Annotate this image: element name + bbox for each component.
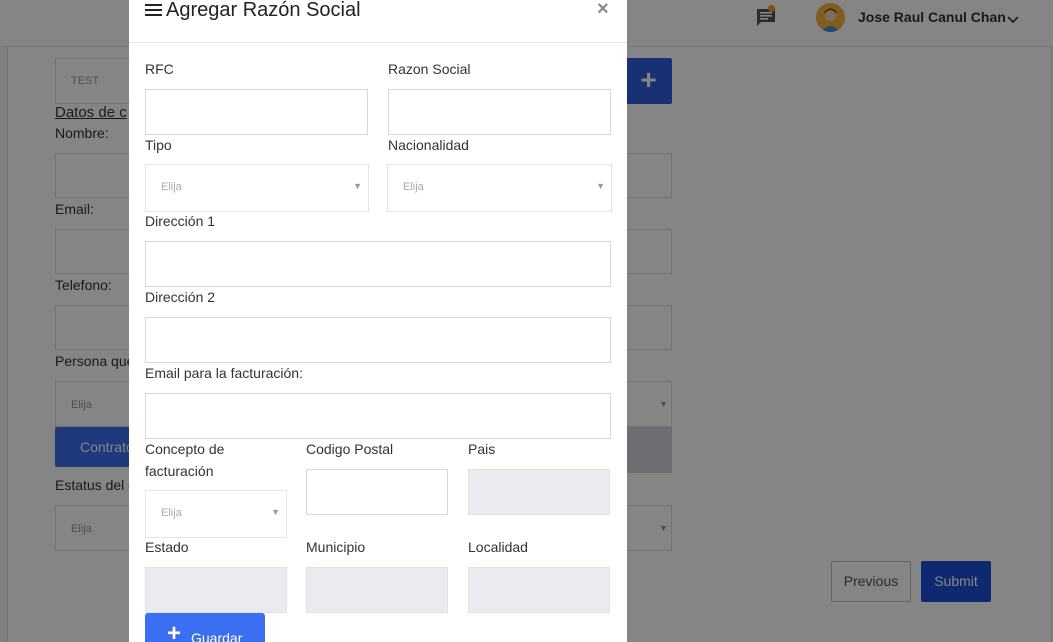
concepto-select-value: Elija xyxy=(161,507,182,519)
agregar-razon-social-modal: Agregar Razón Social × RFC Razon Social … xyxy=(129,0,627,642)
estado-input xyxy=(145,567,287,613)
dropdown-arrow-icon: ▼ xyxy=(271,507,280,517)
guardar-button-label: Guardar xyxy=(191,630,243,642)
razon-social-label: Razon Social xyxy=(388,61,471,77)
email-facturacion-input[interactable] xyxy=(145,393,611,439)
rfc-label: RFC xyxy=(145,61,174,77)
tipo-select[interactable]: Elija ▼ xyxy=(145,164,369,212)
concepto-label-line2: facturación xyxy=(145,463,214,479)
close-icon[interactable]: × xyxy=(597,0,609,21)
direccion2-label: Dirección 2 xyxy=(145,289,216,305)
nacionalidad-select-value: Elija xyxy=(403,181,424,193)
guardar-button[interactable]: + Guardar xyxy=(145,613,265,642)
dropdown-arrow-icon: ▼ xyxy=(596,181,605,191)
tipo-select-value: Elija xyxy=(161,181,182,193)
nacionalidad-label: Nacionalidad xyxy=(388,137,469,153)
localidad-label: Localidad xyxy=(468,539,528,555)
direccion2-input[interactable] xyxy=(145,317,611,363)
hamburger-icon xyxy=(145,4,162,19)
municipio-input xyxy=(306,567,448,613)
tipo-label: Tipo xyxy=(145,137,172,153)
codigo-postal-input[interactable] xyxy=(306,469,448,515)
modal-header: Agregar Razón Social × xyxy=(129,0,627,43)
nacionalidad-select[interactable]: Elija ▼ xyxy=(387,164,612,212)
concepto-label-line1: Concepto de xyxy=(145,441,225,457)
pais-input xyxy=(468,469,610,515)
estado-label: Estado xyxy=(145,539,189,555)
email-facturacion-label: Email para la facturación: xyxy=(145,365,303,381)
localidad-input xyxy=(468,567,610,613)
razon-social-input[interactable] xyxy=(388,89,611,135)
concepto-select[interactable]: Elija ▼ xyxy=(145,490,287,538)
modal-title: Agregar Razón Social xyxy=(166,0,361,21)
codigo-postal-label: Codigo Postal xyxy=(306,441,394,457)
rfc-input[interactable] xyxy=(145,89,368,135)
pais-label: Pais xyxy=(468,441,496,457)
municipio-label: Municipio xyxy=(306,539,366,555)
direccion1-input[interactable] xyxy=(145,241,611,287)
dropdown-arrow-icon: ▼ xyxy=(353,181,362,191)
direccion1-label: Dirección 1 xyxy=(145,213,216,229)
plus-icon: + xyxy=(167,620,182,642)
